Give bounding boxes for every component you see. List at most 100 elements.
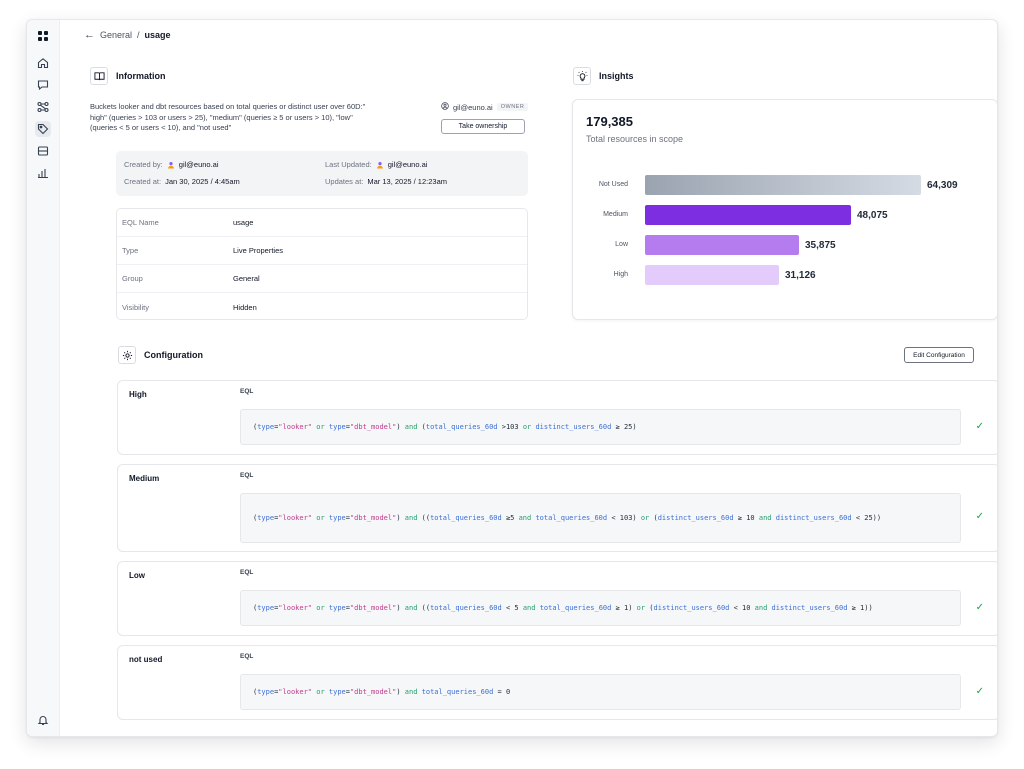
- bar-value: 35,875: [805, 240, 836, 251]
- bar[interactable]: [645, 265, 779, 285]
- owner-info: gil@euno.ai OWNER: [441, 102, 529, 112]
- created-at-value: Jan 30, 2025 / 4:45am: [165, 177, 240, 186]
- chat-icon[interactable]: [35, 77, 51, 93]
- bar-row: Low 35,875: [573, 235, 997, 255]
- configuration-title: Configuration: [144, 350, 203, 360]
- tag-icon[interactable]: [35, 121, 51, 137]
- breadcrumb-parent-link[interactable]: General: [100, 30, 132, 40]
- apps-icon[interactable]: [35, 28, 51, 44]
- eql-expression: (type="looker" or type="dbt_model") and …: [253, 514, 882, 522]
- insights-total-label: Total resources in scope: [586, 134, 684, 144]
- main-content: ← General / usage Information Buckets lo…: [60, 20, 997, 736]
- eql-expression: (type="looker" or type="dbt_model") and …: [253, 688, 511, 696]
- storage-icon[interactable]: [35, 143, 51, 159]
- property-value: usage: [233, 218, 254, 227]
- configuration-header: Configuration: [118, 346, 203, 364]
- property-value: General: [233, 274, 260, 283]
- bar-label: Not Used: [598, 181, 628, 188]
- information-description: Buckets looker and dbt resources based o…: [90, 102, 366, 132]
- rule-card-medium: Medium EQL (type="looker" or type="dbt_m…: [117, 464, 997, 552]
- eql-label: EQL: [240, 653, 254, 660]
- breadcrumb-current: usage: [144, 30, 171, 40]
- app-window: ← General / usage Information Buckets lo…: [26, 19, 998, 737]
- eql-label: EQL: [240, 472, 254, 479]
- rule-name: Low: [129, 571, 145, 580]
- table-row: Visibility Hidden: [117, 293, 527, 321]
- bar-chart-icon[interactable]: [35, 165, 51, 181]
- sidebar: [27, 20, 60, 736]
- user-avatar-icon: [167, 161, 175, 169]
- bar-label: Medium: [603, 211, 628, 218]
- updated-at-value: Mar 13, 2025 / 12:23am: [367, 177, 447, 186]
- table-row: Group General: [117, 265, 527, 293]
- rule-name: not used: [129, 655, 163, 664]
- check-icon: ✓: [975, 602, 984, 613]
- take-ownership-button[interactable]: Take ownership: [441, 119, 525, 134]
- rule-name: High: [129, 390, 147, 399]
- bar[interactable]: [645, 235, 799, 255]
- insights-title: Insights: [599, 71, 634, 81]
- breadcrumb: ← General / usage: [84, 29, 171, 40]
- rule-card-not-used: not used EQL (type="looker" or type="dbt…: [117, 645, 997, 720]
- rule-name: Medium: [129, 474, 160, 483]
- eql-code[interactable]: (type="looker" or type="dbt_model") and …: [240, 590, 961, 626]
- eql-label: EQL: [240, 569, 254, 576]
- updated-at-label: Updates at:: [325, 177, 364, 186]
- last-updated-label: Last Updated:: [325, 160, 372, 169]
- table-row: EQL Name usage: [117, 209, 527, 237]
- bar[interactable]: [645, 205, 851, 225]
- created-by: Created by: gil@euno.ai: [124, 160, 219, 169]
- created-by-label: Created by:: [124, 160, 163, 169]
- table-row: Type Live Properties: [117, 237, 527, 265]
- owner-email: gil@euno.ai: [453, 102, 493, 112]
- metadata-panel: Created by: gil@euno.ai Created at: Jan …: [116, 151, 528, 196]
- check-icon: ✓: [975, 511, 984, 522]
- lightbulb-icon: [573, 67, 591, 85]
- insights-card: 179,385 Total resources in scope Not Use…: [572, 99, 997, 320]
- bar-label: Low: [615, 241, 628, 248]
- insights-header: Insights: [573, 67, 634, 85]
- bar[interactable]: [645, 175, 921, 195]
- last-updated-value: gil@euno.ai: [387, 160, 428, 169]
- flow-icon[interactable]: [35, 99, 51, 115]
- created-at-label: Created at:: [124, 177, 162, 186]
- bar-value: 64,309: [927, 180, 958, 191]
- home-icon[interactable]: [35, 55, 51, 71]
- updated-at: Updates at: Mar 13, 2025 / 12:23am: [325, 177, 447, 186]
- created-by-value: gil@euno.ai: [178, 160, 219, 169]
- eql-code[interactable]: (type="looker" or type="dbt_model") and …: [240, 409, 961, 445]
- back-arrow-icon[interactable]: ←: [84, 29, 95, 40]
- user-avatar-icon: [376, 161, 384, 169]
- eql-code[interactable]: (type="looker" or type="dbt_model") and …: [240, 493, 961, 543]
- insights-total: 179,385: [586, 114, 633, 129]
- user-circle-icon: [441, 102, 449, 112]
- property-key: Group: [122, 274, 143, 283]
- book-icon: [90, 67, 108, 85]
- owner-badge: OWNER: [496, 103, 529, 111]
- check-icon: ✓: [975, 421, 984, 432]
- bell-icon[interactable]: [35, 712, 51, 728]
- property-key: Visibility: [122, 302, 149, 312]
- rule-card-low: Low EQL (type="looker" or type="dbt_mode…: [117, 561, 997, 636]
- rule-card-high: High EQL (type="looker" or type="dbt_mod…: [117, 380, 997, 455]
- breadcrumb-separator: /: [137, 30, 140, 40]
- property-value: Live Properties: [233, 246, 284, 255]
- eql-label: EQL: [240, 388, 254, 395]
- eql-expression: (type="looker" or type="dbt_model") and …: [253, 423, 637, 431]
- property-key: Type: [122, 246, 139, 255]
- properties-table: EQL Name usage Type Live Properties Grou…: [116, 208, 528, 320]
- eql-expression: (type="looker" or type="dbt_model") and …: [253, 604, 873, 612]
- created-at: Created at: Jan 30, 2025 / 4:45am: [124, 177, 240, 186]
- information-title: Information: [116, 71, 166, 81]
- information-header: Information: [90, 67, 166, 85]
- bar-row: Medium 48,075: [573, 205, 997, 225]
- edit-configuration-button[interactable]: Edit Configuration: [904, 347, 974, 363]
- eql-code[interactable]: (type="looker" or type="dbt_model") and …: [240, 674, 961, 710]
- gear-icon: [118, 346, 136, 364]
- last-updated: Last Updated: gil@euno.ai: [325, 160, 427, 169]
- bar-row: High 31,126: [573, 265, 997, 285]
- property-value: Hidden: [233, 302, 257, 312]
- check-icon: ✓: [975, 686, 984, 697]
- property-key: EQL Name: [122, 218, 159, 227]
- bar-label: High: [613, 271, 628, 278]
